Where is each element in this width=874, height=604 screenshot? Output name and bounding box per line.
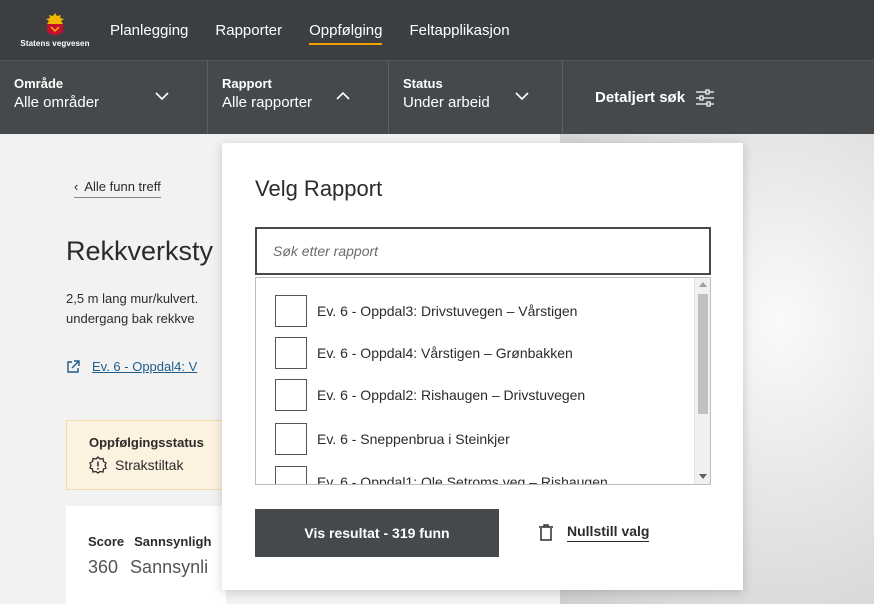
filter-rapport-value: Alle rapporter xyxy=(222,94,313,111)
page-title: Rekkverksty xyxy=(66,236,214,266)
filter-bar: Område Alle områder Rapport Alle rapport… xyxy=(0,60,874,135)
filter-status-value: Under arbeid xyxy=(403,94,490,111)
list-item-label: Ev. 6 - Oppdal2: Rishaugen – Drivstuvege… xyxy=(317,387,586,403)
list-item[interactable]: Ev. 6 - Oppdal1: Ole Setroms veg – Risha… xyxy=(275,466,608,485)
score-card: Score Sannsynligh 360 Sannsynli xyxy=(66,506,226,604)
checkbox[interactable] xyxy=(275,466,307,484)
scrollbar[interactable] xyxy=(694,278,710,484)
description: 2,5 m lang mur/kulvert. undergang bak re… xyxy=(66,289,226,329)
nav-feltapplikasjon[interactable]: Feltapplikasjon xyxy=(409,22,509,39)
description-line: 2,5 m lang mur/kulvert. xyxy=(66,291,199,306)
detailed-search-button[interactable]: Detaljert søk xyxy=(563,61,715,134)
filter-omrade-title: Område xyxy=(14,76,64,91)
followup-status-value: Strakstiltak xyxy=(89,456,225,474)
alert-icon xyxy=(89,456,107,474)
probability-header: Sannsynligh xyxy=(134,534,212,549)
followup-status-box: Oppfølgingsstatus Strakstiltak xyxy=(66,420,226,490)
detailed-search-label: Detaljert søk xyxy=(595,89,686,106)
reset-selection-button[interactable]: Nullstill valg xyxy=(539,523,650,542)
nav-planlegging[interactable]: Planlegging xyxy=(110,22,188,39)
followup-status-title: Oppfølgingsstatus xyxy=(89,435,204,450)
filter-omrade[interactable]: Område Alle områder xyxy=(0,61,208,135)
checkbox[interactable] xyxy=(275,379,307,411)
list-item-label: Ev. 6 - Oppdal1: Ole Setroms veg – Risha… xyxy=(317,474,608,485)
chevron-down-icon xyxy=(155,92,169,101)
scrollbar-thumb[interactable] xyxy=(698,294,708,414)
external-link-icon xyxy=(67,359,80,373)
panel-title: Velg Rapport xyxy=(255,176,383,201)
brand-logo[interactable]: Statens vegvesen xyxy=(0,0,110,60)
checkbox[interactable] xyxy=(275,423,307,455)
report-search-input[interactable] xyxy=(255,227,711,275)
list-item[interactable]: Ev. 6 - Oppdal2: Rishaugen – Drivstuvege… xyxy=(275,379,585,411)
filter-omrade-value: Alle områder xyxy=(14,94,100,111)
score-headers: Score Sannsynligh xyxy=(88,534,226,549)
sliders-icon xyxy=(696,88,715,107)
brand-name: Statens vegvesen xyxy=(20,39,90,48)
report-list[interactable]: Ev. 6 - Oppdal3: Drivstuvegen – Vårstige… xyxy=(255,277,711,485)
list-item[interactable]: Ev. 6 - Sneppenbrua i Steinkjer xyxy=(275,423,510,455)
list-item-label: Ev. 6 - Sneppenbrua i Steinkjer xyxy=(317,431,510,447)
report-link-label: Ev. 6 - Oppdal4: V xyxy=(92,359,198,374)
chevron-left-icon: ‹ xyxy=(74,179,79,194)
chevron-up-icon xyxy=(336,91,350,100)
followup-status-text: Strakstiltak xyxy=(115,457,184,473)
nav-rapporter[interactable]: Rapporter xyxy=(215,22,282,39)
description-line: undergang bak rekkve xyxy=(66,311,195,326)
back-link[interactable]: ‹ Alle funn treff xyxy=(74,179,161,198)
score-header: Score xyxy=(88,534,125,549)
score-values: 360 Sannsynli xyxy=(88,557,226,578)
scroll-up-icon[interactable] xyxy=(699,282,707,287)
checkbox[interactable] xyxy=(275,295,307,327)
list-item[interactable]: Ev. 6 - Oppdal4: Vårstigen – Grønbakken xyxy=(275,337,573,369)
probability-value: Sannsynli xyxy=(130,557,209,577)
chevron-down-icon xyxy=(515,92,529,101)
scroll-down-icon[interactable] xyxy=(699,474,707,479)
report-select-panel: Velg Rapport Ev. 6 - Oppdal3: Drivstuveg… xyxy=(222,143,743,590)
list-item[interactable]: Ev. 6 - Oppdal3: Drivstuvegen – Vårstige… xyxy=(275,295,577,327)
top-navigation: Statens vegvesen Planlegging Rapporter O… xyxy=(0,0,874,60)
crest-icon xyxy=(46,13,64,35)
nav-oppfolging[interactable]: Oppfølging xyxy=(309,22,383,45)
report-link[interactable]: Ev. 6 - Oppdal4: V xyxy=(66,359,197,374)
filter-rapport[interactable]: Rapport Alle rapporter xyxy=(208,61,389,135)
main-nav: Planlegging Rapporter Oppfølging Feltapp… xyxy=(110,0,537,60)
filter-status-title: Status xyxy=(403,76,443,91)
checkbox[interactable] xyxy=(275,337,307,369)
trash-icon xyxy=(539,524,553,541)
list-item-label: Ev. 6 - Oppdal4: Vårstigen – Grønbakken xyxy=(317,345,573,361)
score-value: 360 xyxy=(88,557,119,577)
filter-rapport-title: Rapport xyxy=(222,76,272,91)
reset-selection-label: Nullstill valg xyxy=(567,523,650,542)
list-item-label: Ev. 6 - Oppdal3: Drivstuvegen – Vårstige… xyxy=(317,303,578,319)
filter-status[interactable]: Status Under arbeid xyxy=(389,61,563,135)
show-results-button[interactable]: Vis resultat - 319 funn xyxy=(255,509,499,557)
back-link-label: Alle funn treff xyxy=(84,179,161,194)
